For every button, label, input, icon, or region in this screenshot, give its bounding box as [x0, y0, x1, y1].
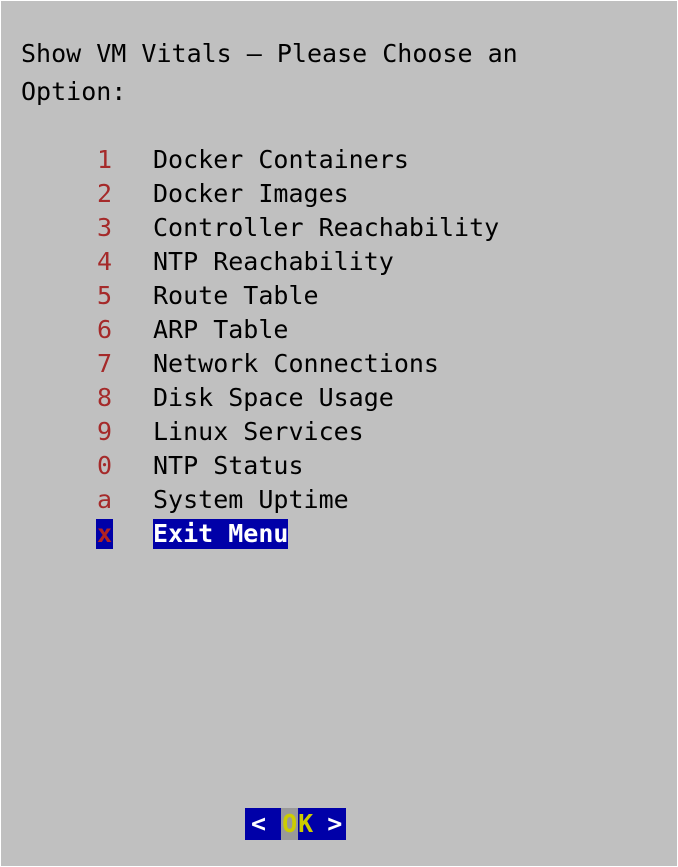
- menu-item-linux-services[interactable]: 9 Linux Services: [1, 415, 677, 449]
- ok-button-label: O K: [281, 808, 313, 840]
- menu-item-exit-menu[interactable]: x Exit Menu: [1, 517, 677, 551]
- menu-item-controller-reachability[interactable]: 3 Controller Reachability: [1, 211, 677, 245]
- menu-item-docker-images[interactable]: 2 Docker Images: [1, 177, 677, 211]
- ok-button-hotkey: O: [281, 808, 299, 840]
- menu-hotkey: 0: [97, 451, 113, 480]
- menu-hotkey: a: [97, 485, 113, 514]
- menu-item-arp-table[interactable]: 6 ARP Table: [1, 313, 677, 347]
- menu-item-disk-space-usage[interactable]: 8 Disk Space Usage: [1, 381, 677, 415]
- menu-hotkey: 2: [97, 179, 113, 208]
- menu-item-network-connections[interactable]: 7 Network Connections: [1, 347, 677, 381]
- ok-button-left-bracket: <: [251, 809, 267, 838]
- menu-item-ntp-status[interactable]: 0 NTP Status: [1, 449, 677, 483]
- menu-item-docker-containers[interactable]: 1 Docker Containers: [1, 143, 677, 177]
- menu-item-ntp-reachability[interactable]: 4 NTP Reachability: [1, 245, 677, 279]
- menu-hotkey: 1: [97, 145, 113, 174]
- menu-hotkey: 8: [97, 383, 113, 412]
- ok-button-label-rest: K: [298, 809, 314, 838]
- menu-item-label: Network Connections: [153, 349, 439, 378]
- dialog-title-line-1: Show VM Vitals – Please Choose an: [21, 39, 518, 68]
- options-menu: 1 Docker Containers 2 Docker Images 3 Co…: [1, 143, 677, 551]
- menu-hotkey: 5: [97, 281, 113, 310]
- ok-button-right-bracket: >: [327, 809, 343, 838]
- menu-hotkey: 7: [97, 349, 113, 378]
- menu-item-label: NTP Status: [153, 451, 304, 480]
- dialog-title-line-2: Option:: [21, 77, 127, 106]
- menu-item-label: NTP Reachability: [153, 247, 394, 276]
- menu-item-system-uptime[interactable]: a System Uptime: [1, 483, 677, 517]
- menu-item-label: Exit Menu: [153, 519, 289, 549]
- menu-hotkey: 6: [97, 315, 113, 344]
- menu-dialog: Show VM Vitals – Please Choose an Option…: [1, 1, 677, 866]
- menu-item-label: Controller Reachability: [153, 213, 500, 242]
- menu-hotkey: 9: [97, 417, 113, 446]
- dialog-title: Show VM Vitals – Please Choose an Option…: [21, 35, 518, 111]
- menu-item-label: Docker Images: [153, 179, 349, 208]
- menu-item-route-table[interactable]: 5 Route Table: [1, 279, 677, 313]
- menu-item-label: ARP Table: [153, 315, 289, 344]
- menu-item-label: Route Table: [153, 281, 319, 310]
- menu-hotkey: 4: [97, 247, 113, 276]
- menu-item-label: Linux Services: [153, 417, 364, 446]
- menu-hotkey: 3: [97, 213, 113, 242]
- ok-button[interactable]: < O K >: [245, 808, 347, 840]
- menu-item-label: Disk Space Usage: [153, 383, 394, 412]
- menu-item-label: System Uptime: [153, 485, 349, 514]
- menu-hotkey: x: [96, 519, 114, 549]
- menu-item-label: Docker Containers: [153, 145, 409, 174]
